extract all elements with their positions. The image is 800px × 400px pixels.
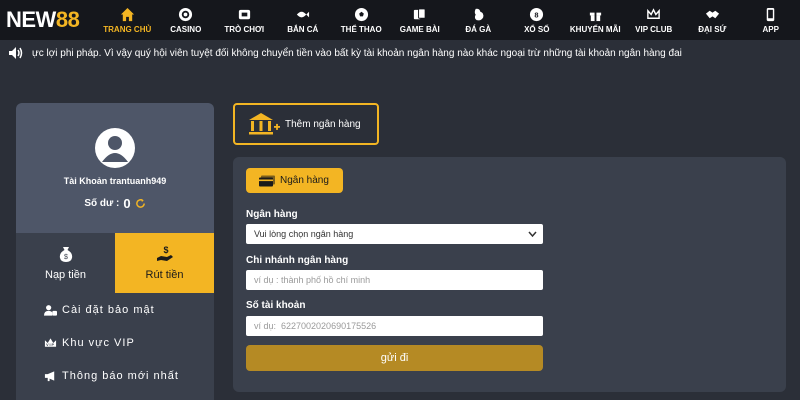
soccer-ball-icon (354, 7, 368, 21)
bank-form-panel: Ngân hàng Ngân hàng Vui lòng chọn ngân h… (233, 157, 786, 392)
submit-button[interactable]: gửi đi (246, 345, 543, 371)
branch-field[interactable] (246, 270, 543, 290)
speaker-icon (9, 47, 23, 59)
bank-select-value: Vui lòng chọn ngân hàng (254, 229, 354, 239)
menu-item-notifications[interactable]: Thông báo mới nhất (16, 359, 214, 392)
svg-text:8: 8 (535, 10, 539, 19)
home-icon (120, 7, 134, 21)
refresh-icon[interactable] (135, 198, 146, 209)
tab-withdraw-label: Rút tiền (145, 269, 184, 281)
casino-chip-icon (179, 7, 193, 21)
nav-items: TRANG CHỦ CASINO TRÒ CHƠI BẮN CÁ THỂ THA… (98, 0, 800, 40)
cards-icon (414, 7, 426, 19)
balance: Số dư : 0 (84, 196, 145, 211)
account-menu: Cài đặt bảo mật VIP Khu vực VIP Thông bá… (16, 293, 214, 400)
nav-item-app[interactable]: APP (742, 0, 800, 40)
nav-item-sports[interactable]: THỂ THAO (332, 0, 391, 40)
bank-tag: Ngân hàng (246, 168, 343, 193)
branch-label: Chi nhánh ngân hàng (246, 255, 349, 266)
nav-item-card-games[interactable]: GAME BÀI (391, 0, 450, 40)
user-avatar-icon (102, 136, 128, 162)
marquee-text: ực lợi phi pháp. Vì vậy quý hội viên tuy… (32, 47, 682, 59)
nav-label: KHUYẾN MÃI (569, 24, 621, 34)
add-bank-button[interactable]: Thêm ngân hàng (233, 103, 379, 145)
nav-item-ambassador[interactable]: ĐẠI SỨ (683, 0, 742, 40)
logo-number: 88 (55, 7, 80, 32)
account-label: Số tài khoản (246, 300, 306, 311)
nav-item-vip-club[interactable]: VIP CLUB (625, 0, 684, 40)
account-number-input[interactable] (254, 321, 543, 331)
handshake-icon (705, 10, 719, 18)
bank-add-icon (249, 113, 280, 135)
balance-label: Số dư : (84, 198, 120, 209)
tab-withdraw[interactable]: $ Rút tiền (115, 233, 214, 293)
nav-label: XỔ SỐ (524, 24, 550, 34)
bank-select[interactable]: Vui lòng chọn ngân hàng (246, 224, 543, 244)
vip-crown-icon: VIP (44, 337, 57, 347)
nav-label: BẮN CÁ (287, 24, 319, 34)
nav-label: THỂ THAO (340, 24, 382, 34)
menu-label: Thông báo mới nhất (62, 369, 179, 382)
tab-deposit-label: Nạp tiền (45, 269, 86, 281)
svg-text:$: $ (64, 254, 68, 261)
branch-input[interactable] (254, 275, 543, 285)
avatar (95, 128, 135, 168)
nav-item-promotions[interactable]: KHUYẾN MÃI (566, 0, 625, 40)
nav-label: TRÒ CHƠI (224, 24, 265, 34)
game-icon (238, 9, 250, 19)
profile-card: Tài Khoản trantuanh949 Số dư : 0 (16, 103, 214, 233)
account-number-field[interactable] (246, 316, 543, 336)
nav-label: VIP CLUB (635, 24, 673, 34)
nav-label: APP (762, 24, 779, 34)
fish-icon (297, 11, 310, 17)
username: Tài Khoản trantuanh949 (63, 176, 167, 186)
balance-value: 0 (123, 196, 131, 211)
nav-label: CASINO (170, 24, 202, 34)
tab-deposit[interactable]: $ Nạp tiền (16, 233, 115, 293)
menu-label: Cài đặt bảo mật (62, 303, 155, 316)
logo-text: NEW (6, 7, 56, 32)
nav-item-games[interactable]: TRÒ CHƠI (215, 0, 274, 40)
nav-item-home[interactable]: TRANG CHỦ (98, 0, 157, 40)
bank-card-icon (259, 175, 275, 186)
money-bag-icon: $ (59, 247, 72, 262)
nav-label: GAME BÀI (399, 24, 440, 34)
gift-icon (589, 11, 601, 21)
nav-label: ĐẠI SỨ (698, 24, 727, 34)
nav-label: ĐÁ GÀ (465, 24, 492, 34)
wallet-tabs: $ Nạp tiền $ Rút tiền (16, 233, 214, 293)
nav-item-casino[interactable]: CASINO (157, 0, 216, 40)
chevron-down-icon (528, 231, 537, 238)
nav-item-lottery[interactable]: 8 XỔ SỐ (508, 0, 567, 40)
rooster-icon (474, 8, 484, 20)
lottery-icon: 8 (530, 7, 544, 21)
menu-item-vip[interactable]: VIP Khu vực VIP (16, 326, 214, 359)
megaphone-icon (44, 370, 55, 381)
announcement-marquee: ực lợi phi pháp. Vì vậy quý hội viên tuy… (0, 40, 800, 66)
bank-tag-label: Ngân hàng (280, 175, 329, 186)
nav-item-cockfight[interactable]: ĐÁ GÀ (449, 0, 508, 40)
crown-icon (647, 7, 661, 19)
app-icon (767, 7, 775, 21)
top-nav: NEW 88 TRANG CHỦ CASINO TRÒ CHƠI BẮN CÁ T… (0, 0, 800, 40)
menu-item-security[interactable]: Cài đặt bảo mật (16, 293, 214, 326)
nav-item-fishing[interactable]: BẮN CÁ (274, 0, 333, 40)
svg-text:$: $ (163, 245, 168, 255)
menu-label: Khu vực VIP (62, 336, 135, 349)
nav-label: TRANG CHỦ (103, 24, 152, 34)
user-lock-icon (44, 304, 57, 316)
bank-label: Ngân hàng (246, 209, 298, 220)
hand-money-icon: $ (156, 245, 173, 261)
add-bank-label: Thêm ngân hàng (285, 118, 361, 130)
logo[interactable]: NEW 88 (0, 0, 98, 40)
svg-text:VIP: VIP (46, 343, 55, 347)
